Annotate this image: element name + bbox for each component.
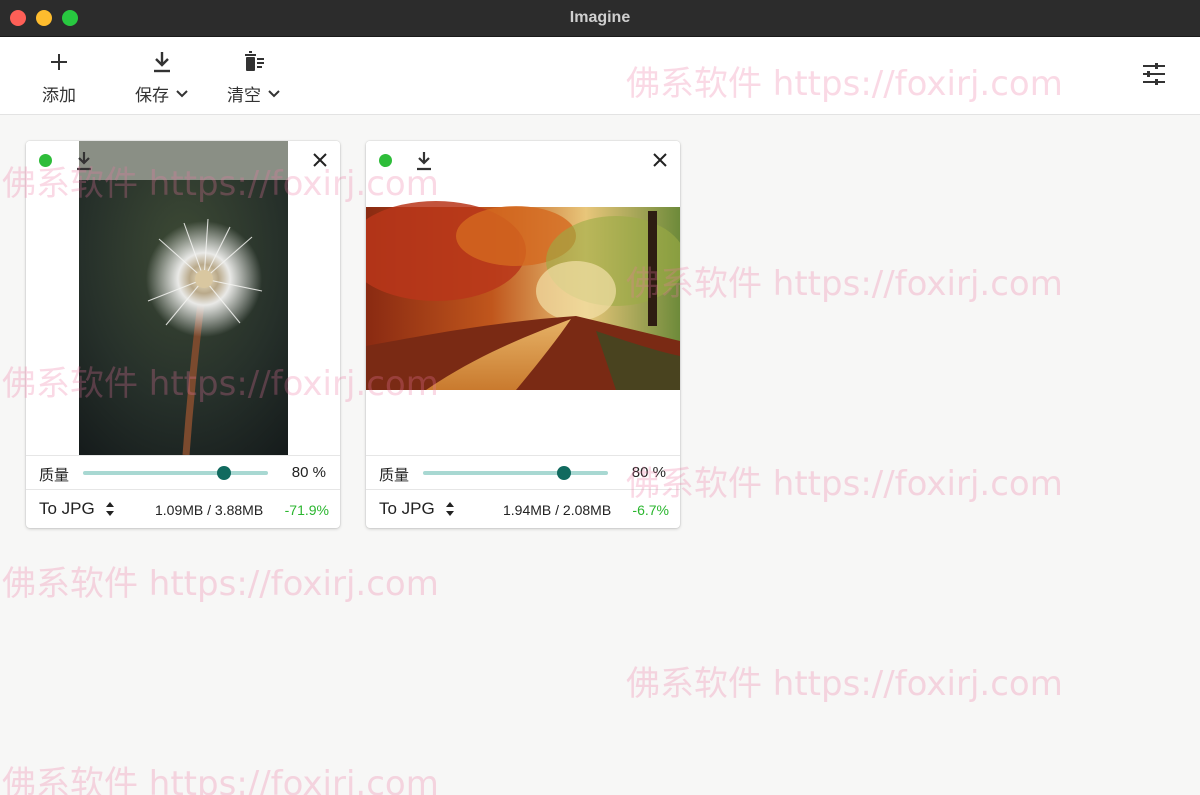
status-dot xyxy=(379,154,392,167)
watermark-text: 佛系软件 https://foxirj.com xyxy=(626,664,1063,704)
add-label: 添加 xyxy=(42,86,76,105)
quality-slider[interactable] xyxy=(423,466,608,480)
image-preview xyxy=(26,141,340,455)
autumn-forest-image xyxy=(366,201,680,390)
watermark-text: 佛系软件 https://foxirj.com xyxy=(2,764,439,795)
watermark-text: 佛系软件 https://foxirj.com xyxy=(626,264,1063,304)
card-download-button[interactable] xyxy=(415,151,433,171)
watermark-text: 佛系软件 https://foxirj.com xyxy=(626,464,1063,504)
format-select[interactable]: To JPG xyxy=(39,499,115,519)
status-dot xyxy=(39,154,52,167)
title-bar: Imagine xyxy=(0,0,1200,37)
format-select[interactable]: To JPG xyxy=(379,499,455,519)
download-icon xyxy=(417,152,431,171)
size-saving: -6.7% xyxy=(632,502,669,518)
quality-row: 质量 80 % xyxy=(366,456,680,489)
up-down-arrows-icon xyxy=(445,502,454,516)
toolbar: 添加 保存 清空 xyxy=(0,37,1200,115)
slider-thumb[interactable] xyxy=(216,466,231,480)
file-sizes: 1.94MB / 2.08MB xyxy=(503,502,612,518)
chevron-down-icon xyxy=(268,89,280,97)
format-row: To JPG 1.09MB / 3.88MB -71.9% xyxy=(26,490,340,528)
window-title: Imagine xyxy=(569,9,631,26)
image-card: 质量 80 % To JPG 1.94MB / 2.08MB -6.7% xyxy=(366,141,680,528)
save-button[interactable]: 保存 xyxy=(132,37,192,115)
watermark-text: 佛系软件 https://foxirj.com xyxy=(2,564,439,604)
quality-slider[interactable] xyxy=(83,466,268,480)
quality-value: 80 % xyxy=(291,464,326,481)
format-label: To JPG xyxy=(39,499,95,518)
dandelion-image xyxy=(79,141,288,455)
download-icon xyxy=(150,51,174,73)
up-down-arrows-icon xyxy=(105,502,114,516)
close-icon xyxy=(653,153,667,167)
plus-icon xyxy=(47,51,71,73)
card-remove-button[interactable] xyxy=(312,152,328,168)
chevron-down-icon xyxy=(176,89,188,97)
add-button[interactable]: 添加 xyxy=(40,37,78,115)
image-preview xyxy=(366,141,680,455)
format-row: To JPG 1.94MB / 2.08MB -6.7% xyxy=(366,490,680,528)
size-saving: -71.9% xyxy=(284,502,329,518)
format-label: To JPG xyxy=(379,499,435,518)
clear-label: 清空 xyxy=(227,86,261,105)
card-remove-button[interactable] xyxy=(652,152,668,168)
file-sizes: 1.09MB / 3.88MB xyxy=(155,502,264,518)
quality-value: 80 % xyxy=(631,464,666,481)
close-icon xyxy=(313,153,327,167)
slider-thumb[interactable] xyxy=(556,466,571,480)
download-icon xyxy=(77,152,91,171)
sliders-icon xyxy=(1143,63,1165,85)
trash-icon xyxy=(242,51,266,73)
quality-row: 质量 80 % xyxy=(26,456,340,489)
card-download-button[interactable] xyxy=(75,151,93,171)
image-card: 质量 80 % To JPG 1.09MB / 3.88MB -71.9% xyxy=(26,141,340,528)
save-label: 保存 xyxy=(135,86,169,105)
quality-label: 质量 xyxy=(379,467,410,484)
slider-track xyxy=(423,471,608,475)
settings-button[interactable] xyxy=(1141,62,1167,86)
clear-button[interactable]: 清空 xyxy=(224,37,284,115)
quality-label: 质量 xyxy=(39,467,70,484)
slider-track xyxy=(83,471,268,475)
